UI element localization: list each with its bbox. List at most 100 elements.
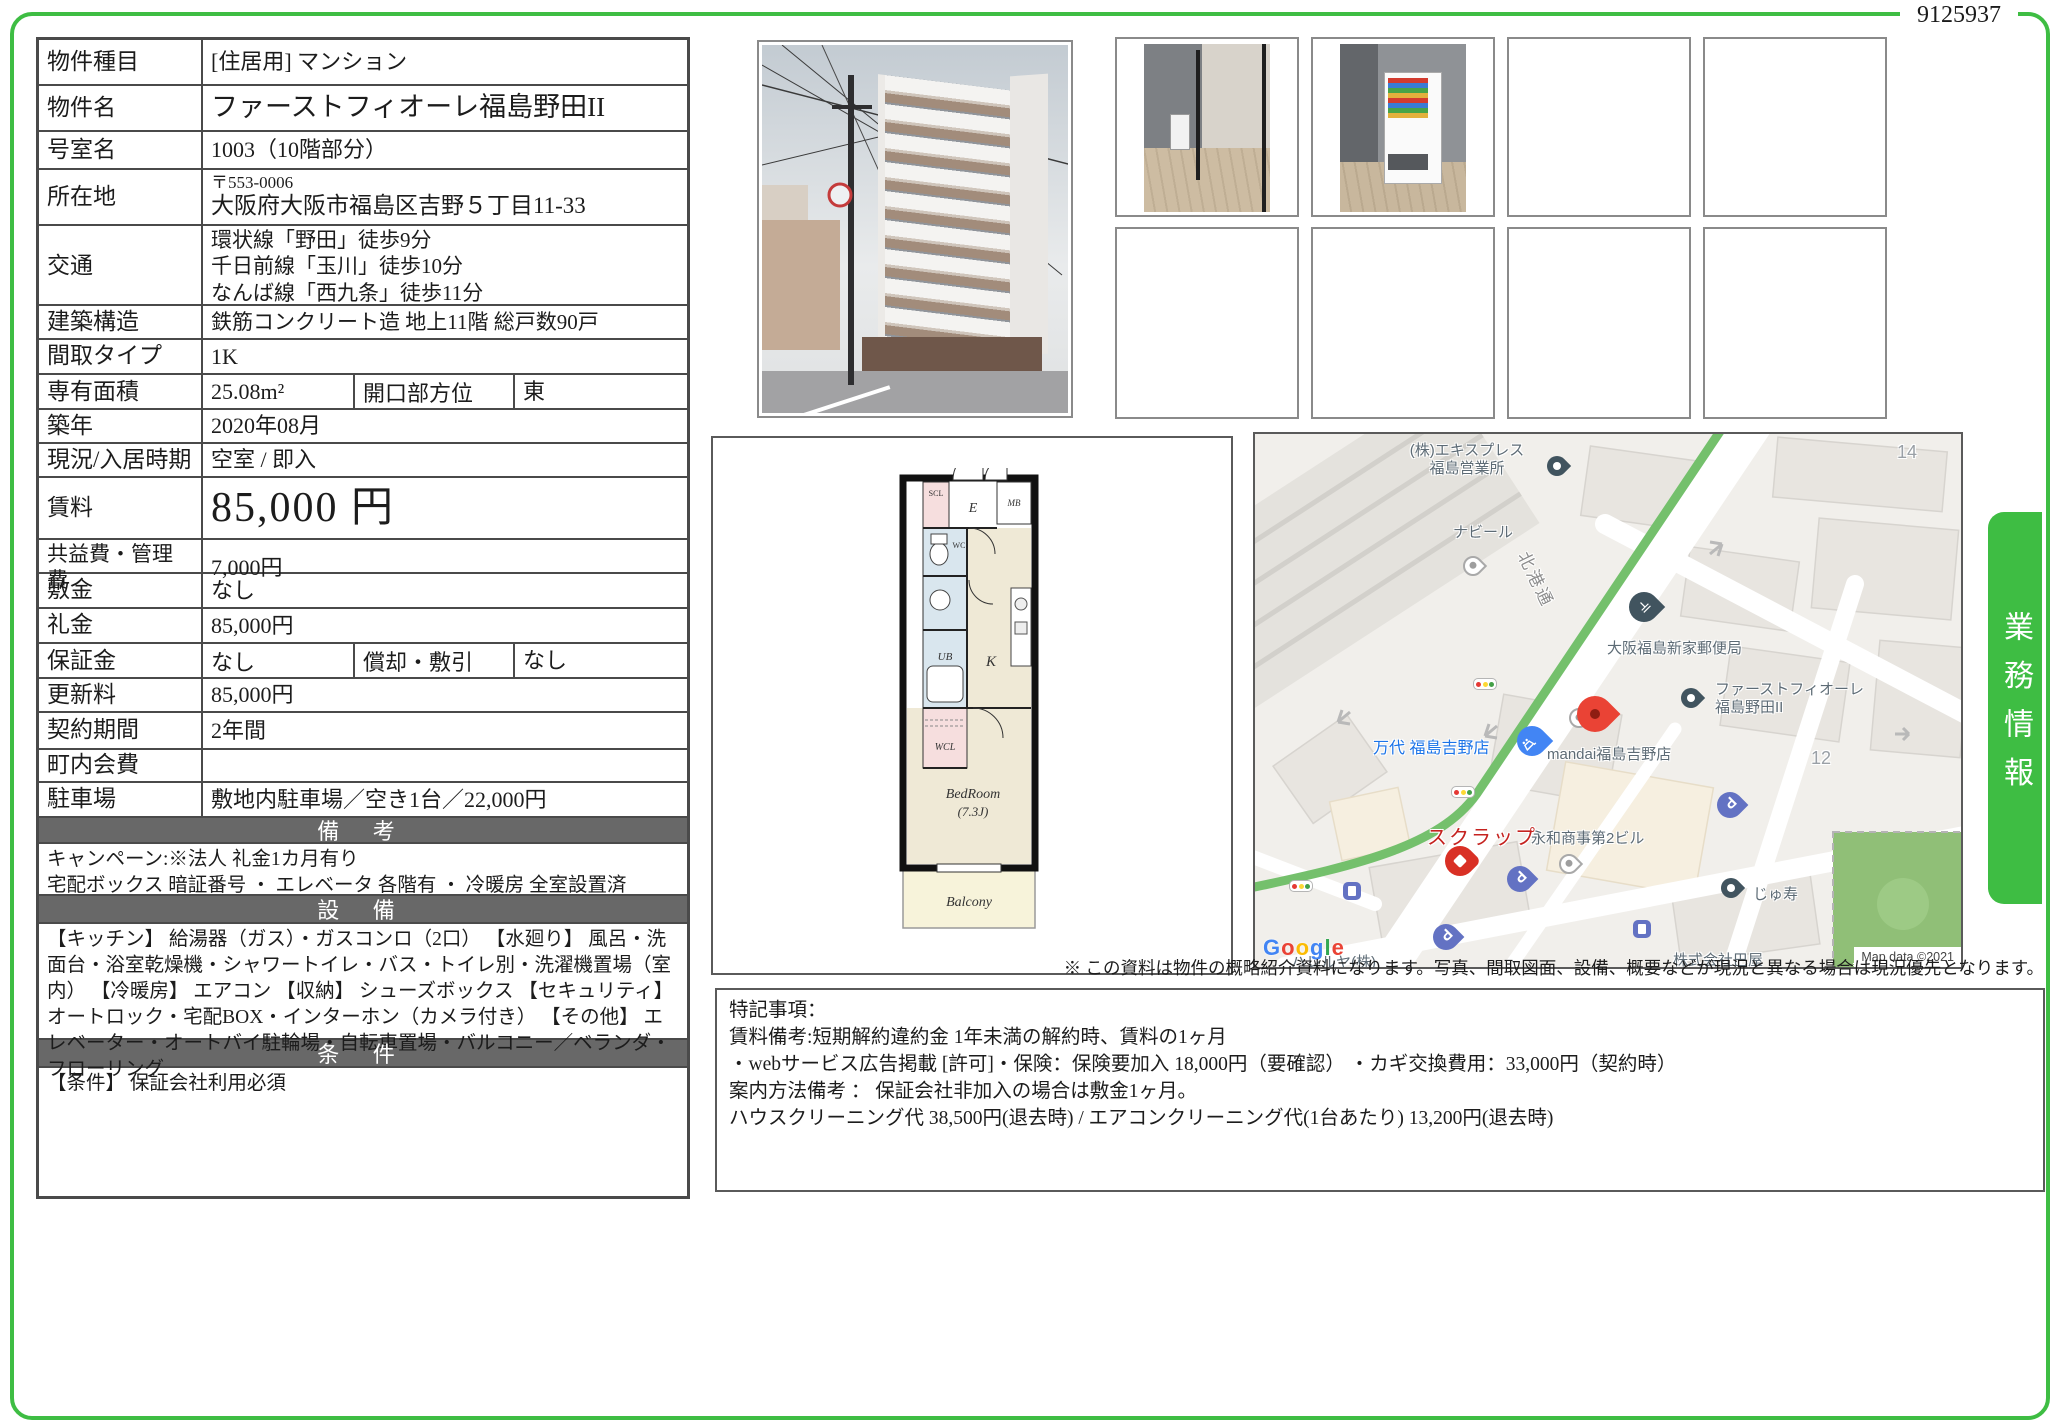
table-row-parking: 駐車場 敷地内駐車場／空き1台／22,000円 [39, 781, 687, 816]
room-label-scl: SCL [929, 489, 944, 498]
transport-line: なんば線「西九条」徒歩11分 [211, 280, 679, 306]
table-row-property-name: 物件名 ファーストフィオーレ福島野田II [39, 84, 687, 130]
vending-photo-art [1340, 44, 1466, 212]
notes-line: ・webサービス広告掲載 [許可]・保険：保険要加入 18,000円（要確認） … [729, 1051, 2031, 1078]
table-row-structure: 建築構造 鉄筋コンクリート造 地上11階 総戸数90戸 [39, 304, 687, 338]
map-label-express: (株)エキスプレス 福島営業所 [1387, 442, 1547, 478]
business-info-tab-label: 業務情報 [1993, 611, 2037, 805]
map-pin-gas-station [1633, 920, 1651, 938]
row-label: 契約期間 [39, 713, 203, 748]
notes-line: 特記事項： [729, 997, 2031, 1024]
glass-frame-art [1196, 50, 1200, 180]
row-label: 間取タイプ [39, 340, 203, 373]
transport-cell: 環状線「野田」徒歩9分 千日前線「玉川」徒歩10分 なんば線「西九条」徒歩11分 [203, 226, 687, 307]
map-pin-express [1547, 456, 1567, 476]
map-pin-gas-station [1343, 882, 1361, 900]
row-label: 築年 [39, 410, 203, 442]
empty-photo-cell [1507, 227, 1691, 419]
building-photo-frame [757, 40, 1073, 418]
room-label-bedroom-size: (7.3J) [958, 804, 989, 819]
room-label-bedroom: BedRoom [946, 787, 1000, 802]
remarks-line: キャンペーン:※法人 礼金1カ月有り [47, 847, 679, 873]
row-value: 2020年08月 [203, 411, 687, 441]
row-value: 2年間 [203, 716, 687, 746]
utility-pole-art [762, 45, 1068, 413]
empty-photo-cell [1703, 37, 1887, 217]
business-info-tab[interactable]: 業務情報 [1988, 512, 2042, 904]
special-notes-box: 特記事項： 賃料備考:短期解約違約金 1年未満の解約時、賃料の1ヶ月 ・webサ… [715, 988, 2045, 1192]
table-row-address: 所在地 〒553-0006 大阪府大阪市福島区吉野５丁目11-33 [39, 168, 687, 224]
map-label-post-office: 大阪福島新家郵便局 [1607, 640, 1742, 658]
map-label-line: (株)エキスプレス [1387, 442, 1547, 460]
map-label-line: ファーストフィオーレ [1715, 681, 1864, 699]
sign-stand-art [1170, 114, 1190, 150]
map-label-eiwa: 永和商事第2ビル [1531, 830, 1644, 848]
traffic-light-icon [1451, 786, 1475, 798]
map-pin-scrap [1445, 846, 1475, 876]
row-value: なし [203, 576, 687, 606]
table-row-fees: 共益費・管理費 7,000円 [39, 538, 687, 572]
map-label-line: 福島営業所 [1387, 460, 1547, 478]
map-pin-parking: P [1507, 866, 1533, 892]
map-pin-parking: P [1433, 924, 1459, 950]
room-label-ub: UB [938, 651, 953, 663]
room-label-k: K [985, 654, 997, 670]
entrance-photo [1144, 44, 1270, 212]
table-row-layout-type: 間取タイプ 1K [39, 338, 687, 373]
map-pin-fiore [1681, 688, 1701, 708]
table-row-area: 専有面積 25.08m² 開口部方位 東 [39, 373, 687, 408]
photo-cell [1115, 37, 1299, 217]
table-row-room-no: 号室名 1003（10階部分） [39, 130, 687, 168]
empty-photo-cell [1703, 227, 1887, 419]
area-value: 25.08m² [203, 375, 355, 409]
map-label-line: 福島野田II [1715, 699, 1864, 717]
wood-floor-art [1144, 148, 1270, 212]
map-label-mandai-bldg: mandai福島吉野店 [1547, 746, 1671, 764]
row-value: [住居用] マンション [203, 47, 687, 77]
map-block-number: 12 [1811, 748, 1831, 770]
row-label: 町内会費 [39, 750, 203, 781]
room-label-mb: MB [1007, 498, 1021, 508]
table-row-property-type: 物件種目 [住居用] マンション [39, 40, 687, 84]
transport-line: 千日前線「玉川」徒歩10分 [211, 253, 679, 279]
vending-slot-art [1388, 154, 1428, 170]
map-label-mandai-store: 万代 福島吉野店 [1373, 739, 1489, 758]
reference-number: 9125937 [1900, 2, 2018, 29]
equipment-block: 【キッチン】 給湯器（ガス）・ガスコンロ（2口） 【水廻り】 風呂・洗面台・浴室… [39, 922, 687, 1038]
map-block-number: 14 [1897, 442, 1917, 464]
row-label: 建築構造 [39, 306, 203, 338]
post-office-mark: 〒 [1626, 588, 1661, 623]
postal-code: 〒553-0006 [211, 174, 679, 193]
table-row-renewal: 更新料 85,000円 [39, 677, 687, 711]
row-label: 物件名 [39, 86, 203, 130]
map-label-nabeel: ナビール [1453, 524, 1513, 542]
room-label-wc: WC [953, 541, 966, 550]
table-row-deposit: 敷金 なし [39, 572, 687, 607]
map-pin-mandai-cart [1517, 726, 1547, 756]
vending-machine-photo [1340, 44, 1466, 212]
entrance-photo-art [1144, 44, 1270, 212]
table-row-rent: 賃料 85,000 円 [39, 476, 687, 538]
row-value: 敷地内駐車場／空き1台／22,000円 [203, 785, 687, 815]
row-label: 賃料 [39, 478, 203, 538]
location-map: (株)エキスプレス 福島営業所 ナビール 北港通 大阪福島新家郵便局 ファースト… [1253, 432, 1963, 969]
guarantee-value: なし [203, 644, 355, 678]
address-value: 大阪府大阪市福島区吉野５丁目11-33 [211, 193, 679, 219]
building-exterior-photo [762, 45, 1068, 413]
opening-direction-value: 東 [515, 377, 687, 407]
transport-line: 環状線「野田」徒歩9分 [211, 227, 679, 253]
notes-line: ハウスクリーニング代 38,500円(退去時) / エアコンクリーニング代(1台… [729, 1105, 2031, 1132]
disclaimer-text: ※ この資料は物件の概略紹介資料になります。写真、間取図面、設備、概要などが現況… [1064, 955, 2044, 980]
row-value: 85,000円 [203, 611, 687, 641]
vending-goods-art [1388, 78, 1428, 118]
row-value: 空室 / 即入 [203, 445, 687, 475]
empty-photo-cell [1115, 227, 1299, 419]
photo-cell [1311, 37, 1495, 217]
table-row-status: 現況/入居時期 空室 / 即入 [39, 442, 687, 476]
conditions-block: 【条件】 保証会社利用必須 [39, 1066, 687, 1196]
map-pin-post-office: 〒 [1629, 592, 1659, 622]
table-row-key-money: 礼金 85,000円 [39, 607, 687, 642]
row-label: 礼金 [39, 609, 203, 642]
remarks-block: キャンペーン:※法人 礼金1カ月有り 宅配ボックス 暗証番号 ・ エレベータ 各… [39, 842, 687, 894]
table-row-contract: 契約期間 2年間 [39, 711, 687, 748]
